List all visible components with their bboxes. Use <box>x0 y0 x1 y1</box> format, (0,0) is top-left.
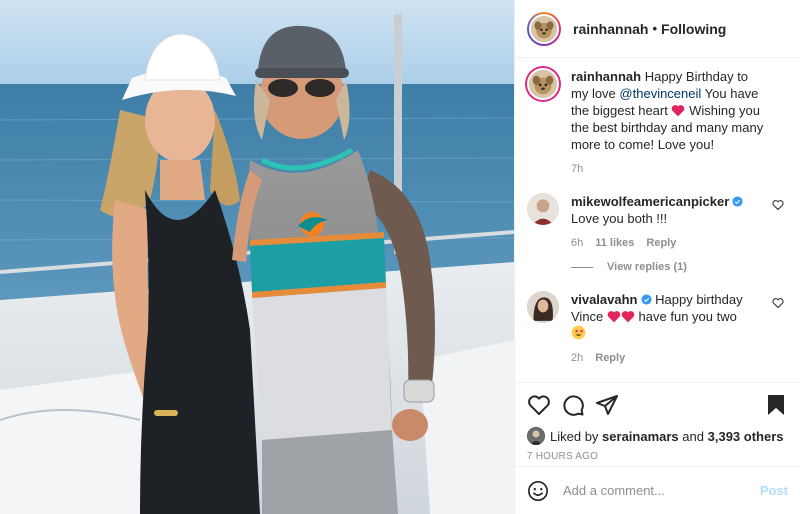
comment-likes-count[interactable]: 11 likes <box>595 237 634 249</box>
liker-avatar[interactable] <box>527 427 545 445</box>
instagram-post: rainhannah • Following rainhannah Happy … <box>0 0 800 514</box>
caption-text: rainhannah Happy Birthday to my love @th… <box>571 68 767 153</box>
post-comment-button[interactable]: Post <box>760 483 788 498</box>
verified-badge-icon <box>732 196 743 207</box>
liked-by-conj: and <box>682 428 704 444</box>
dog-avatar-icon <box>531 15 557 42</box>
red-heart-emoji-icon <box>607 311 621 323</box>
red-heart-emoji-icon <box>621 311 635 323</box>
comment-username[interactable]: vivalavahn <box>571 292 638 307</box>
comment-reply-button[interactable]: Reply <box>595 352 625 364</box>
comment-body: vivalavahn Happy birthday Vince have fun… <box>571 291 767 364</box>
comment-message: Love you both !!! <box>571 211 668 226</box>
caption-mention-link[interactable]: @thevinceneil <box>619 86 701 101</box>
action-bar <box>527 391 788 419</box>
caption: rainhannah Happy Birthday to my love @th… <box>527 68 788 175</box>
caption-author-avatar[interactable] <box>527 68 559 100</box>
comment-body: mikewolfeamericanpicker Love you both !!… <box>571 193 767 249</box>
star-struck-emoji-icon <box>571 325 586 340</box>
post-header: rainhannah • Following <box>515 0 800 58</box>
liked-by-others[interactable]: 3,393 others <box>708 429 784 444</box>
liked-by-user[interactable]: serainamars <box>602 429 679 444</box>
following-button[interactable]: Following <box>661 21 726 37</box>
separator-dot: • <box>652 21 658 36</box>
verified-badge-icon <box>640 294 652 305</box>
liked-by-prefix: Liked by <box>550 428 599 444</box>
post-side-panel: rainhannah • Following rainhannah Happy … <box>514 0 800 514</box>
view-replies-label: View replies (1) <box>607 261 687 273</box>
caption-meta: 7h <box>571 163 767 175</box>
add-comment-bar: Post <box>515 466 800 514</box>
comments-section: rainhannah Happy Birthday to my love @th… <box>515 58 800 382</box>
replies-divider-line <box>571 266 593 268</box>
add-comment-input[interactable] <box>563 483 760 498</box>
post-timestamp[interactable]: 7 HOURS AGO <box>527 451 788 462</box>
red-heart-emoji-icon <box>672 105 685 117</box>
view-replies-button[interactable]: View replies (1) <box>571 261 788 273</box>
like-comment-heart-icon[interactable] <box>772 199 784 211</box>
heart-outline-icon[interactable] <box>527 393 551 417</box>
comment-bubble-icon[interactable] <box>561 393 585 417</box>
comment-username[interactable]: mikewolfeamericanpicker <box>571 194 729 209</box>
comment-item: mikewolfeamericanpicker Love you both !!… <box>527 193 788 249</box>
liked-by: Liked by serainamars and 3,393 others <box>527 427 788 445</box>
commenter-avatar[interactable] <box>527 193 559 225</box>
comment-text: vivalavahn Happy birthday Vince have fun… <box>571 291 767 342</box>
post-photo-image <box>0 0 514 514</box>
like-comment-heart-icon[interactable] <box>772 297 784 309</box>
person-avatar-icon <box>527 193 559 225</box>
commenter-avatar[interactable] <box>527 291 559 323</box>
caption-body: rainhannah Happy Birthday to my love @th… <box>571 68 767 175</box>
comment-meta: 2h Reply <box>571 352 767 364</box>
dog-avatar-icon <box>529 70 557 98</box>
comment-meta: 6h 11 likes Reply <box>571 237 767 249</box>
post-actions-section: Liked by serainamars and 3,393 others 7 … <box>515 382 800 466</box>
comment-time: 2h <box>571 352 584 364</box>
author-username[interactable]: rainhannah <box>573 21 648 37</box>
caption-time: 7h <box>571 163 584 175</box>
comment-item: vivalavahn Happy birthday Vince have fun… <box>527 291 788 364</box>
comment-text: mikewolfeamericanpicker Love you both !!… <box>571 193 767 227</box>
comment-time: 6h <box>571 237 584 249</box>
paper-plane-icon[interactable] <box>595 393 619 417</box>
comment-reply-button[interactable]: Reply <box>646 237 676 249</box>
bookmark-filled-icon[interactable] <box>764 393 788 417</box>
person-avatar-icon <box>527 291 559 323</box>
author-avatar[interactable] <box>527 11 561 46</box>
smiley-icon[interactable] <box>527 480 549 502</box>
person-avatar-icon <box>527 427 545 445</box>
comment-message-after: have fun you two <box>638 309 737 324</box>
caption-username[interactable]: rainhannah <box>571 69 641 84</box>
post-photo[interactable] <box>0 0 514 514</box>
